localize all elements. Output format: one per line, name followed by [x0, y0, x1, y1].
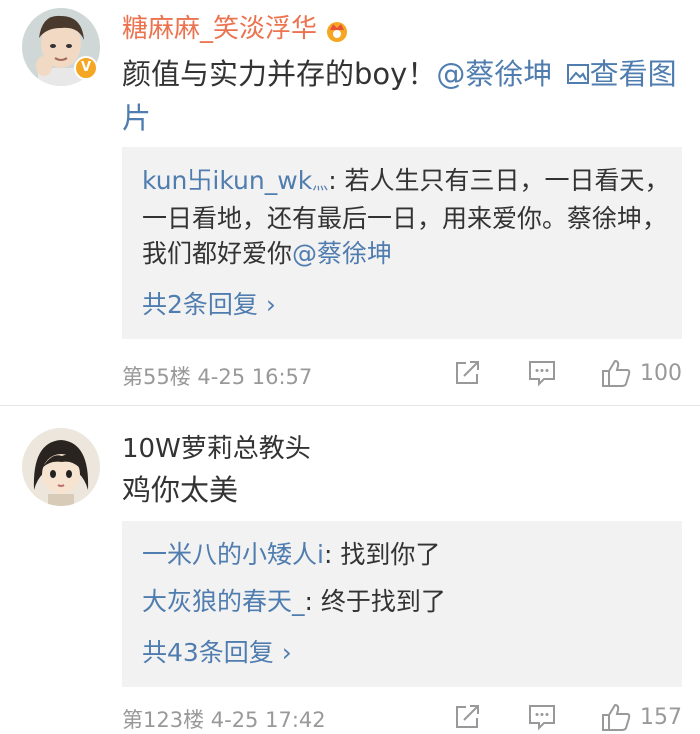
share-icon [456, 361, 479, 384]
reply-item: 一米八的小矮人i: 找到你了 [142, 537, 672, 572]
comment-icon [529, 705, 555, 731]
reply-box[interactable]: 一米八的小矮人i: 找到你了 大灰狼的春天_: 终于找到了 共43条回复 › [122, 521, 682, 687]
comment-item: V 糖麻麻_笑淡浮华 颜值与实力并存的boy！@蔡徐坤 查看图片 kun卐iku… [0, 0, 700, 405]
floor-time: 第55楼 4-25 16:57 [122, 365, 313, 389]
comment-item: 10W萝莉总教头 鸡你太美 一米八的小矮人i: 找到你了 大灰狼的春天_: 终于… [0, 406, 700, 732]
reply-author[interactable]: kun卐ikun_wk灬 [142, 166, 328, 195]
like-button[interactable]: 157 [600, 701, 682, 733]
share-icon [456, 705, 479, 728]
share-button[interactable] [452, 358, 482, 388]
reply-text: : 找到你了 [323, 540, 441, 569]
comment-button[interactable] [527, 702, 557, 732]
reply-mention-link[interactable]: @蔡徐坤 [292, 239, 392, 268]
username[interactable]: 糖麻麻_笑淡浮华 [122, 8, 351, 45]
comment-text: 鸡你太美 [122, 473, 239, 507]
thumbs-up-icon [602, 359, 631, 387]
reply-author[interactable]: 大灰狼的春天_ [142, 587, 305, 616]
floor-time: 第123楼 4-25 17:42 [122, 708, 326, 732]
share-button[interactable] [452, 702, 482, 732]
like-count: 100 [640, 360, 682, 386]
reply-box[interactable]: kun卐ikun_wk灬: 若人生只有三日，一日看天，一日看地，还有最后一日，用… [122, 147, 682, 339]
reply-text: : 终于找到了 [304, 587, 446, 616]
thumbs-up-icon [602, 703, 631, 731]
like-count: 157 [640, 704, 682, 730]
crown-icon [327, 21, 348, 42]
verified-badge-icon: V [74, 56, 98, 80]
more-replies-link[interactable]: 共2条回复 › [142, 285, 276, 321]
more-replies-link[interactable]: 共43条回复 › [142, 633, 292, 669]
comment-text: 颜值与实力并存的boy！@蔡徐坤 查看图片 [122, 57, 677, 135]
comment-icon [529, 361, 555, 387]
mention-link[interactable]: @蔡徐坤 [436, 57, 552, 91]
comment-button[interactable] [527, 358, 557, 388]
avatar[interactable] [22, 428, 100, 506]
reply-author[interactable]: 一米八的小矮人i [142, 540, 324, 569]
reply-item: kun卐ikun_wk灬: 若人生只有三日，一日看天，一日看地，还有最后一日，用… [142, 163, 672, 271]
image-icon [566, 64, 589, 84]
like-button[interactable]: 100 [600, 357, 682, 389]
reply-item: 大灰狼的春天_: 终于找到了 [142, 584, 672, 619]
username[interactable]: 10W萝莉总教头 [122, 428, 311, 465]
